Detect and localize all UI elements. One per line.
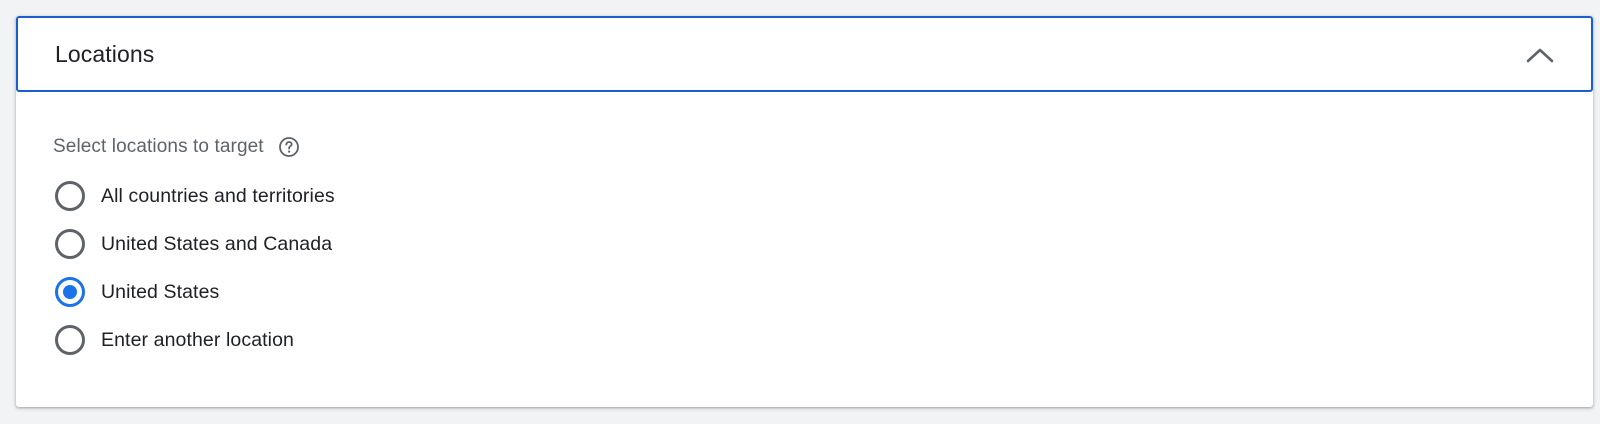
option-united-states[interactable]: United States xyxy=(55,268,335,316)
option-all-countries[interactable]: All countries and territories xyxy=(55,172,335,220)
radio-button[interactable] xyxy=(55,181,85,211)
locations-panel: Locations Select locations to target All… xyxy=(16,16,1593,407)
targeting-subtitle: Select locations to target xyxy=(53,136,264,157)
radio-button[interactable] xyxy=(55,277,85,307)
locations-panel-header[interactable]: Locations xyxy=(16,16,1593,92)
chevron-up-icon[interactable] xyxy=(1525,42,1555,68)
help-circle-icon[interactable] xyxy=(278,136,300,158)
panel-title: Locations xyxy=(55,41,155,67)
option-label: All countries and territories xyxy=(101,184,335,207)
locations-panel-body: Select locations to target All countries… xyxy=(16,92,1593,407)
option-label: Enter another location xyxy=(101,328,294,351)
radio-button[interactable] xyxy=(55,229,85,259)
option-another-location[interactable]: Enter another location xyxy=(55,316,335,364)
option-label: United States and Canada xyxy=(101,232,333,255)
option-label: United States xyxy=(101,280,220,303)
subtitle-row: Select locations to target xyxy=(53,136,300,158)
option-us-and-canada[interactable]: United States and Canada xyxy=(55,220,335,268)
location-radio-group: All countries and territories United Sta… xyxy=(55,172,335,364)
radio-button[interactable] xyxy=(55,325,85,355)
